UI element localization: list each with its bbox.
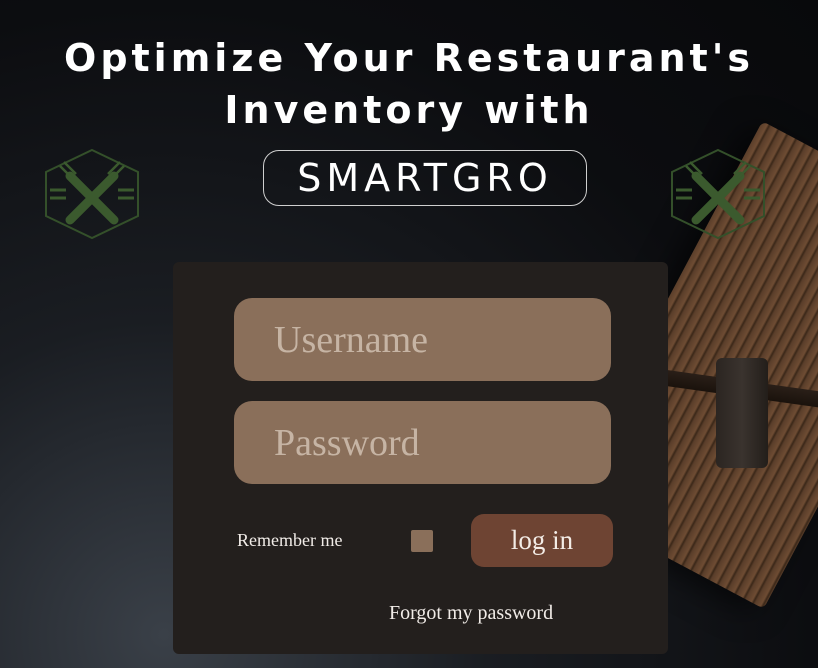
brand-badge: SMARTGRO (263, 150, 587, 206)
fork-knife-logo-icon (45, 148, 139, 240)
headline-line-2: Inventory with (224, 88, 594, 132)
headline-line-1: Optimize Your Restaurant's (64, 36, 754, 80)
chopstick-rest-decor (716, 358, 768, 468)
remember-me-checkbox[interactable] (411, 530, 433, 552)
login-button[interactable]: log in (471, 514, 613, 567)
forgot-password-link[interactable]: Forgot my password (389, 602, 553, 625)
password-input[interactable] (234, 401, 611, 484)
remember-me-label: Remember me (237, 530, 343, 550)
username-input[interactable] (234, 298, 611, 381)
login-card: Remember me log in Forgot my password (173, 262, 668, 654)
fork-knife-logo-icon (671, 148, 765, 240)
